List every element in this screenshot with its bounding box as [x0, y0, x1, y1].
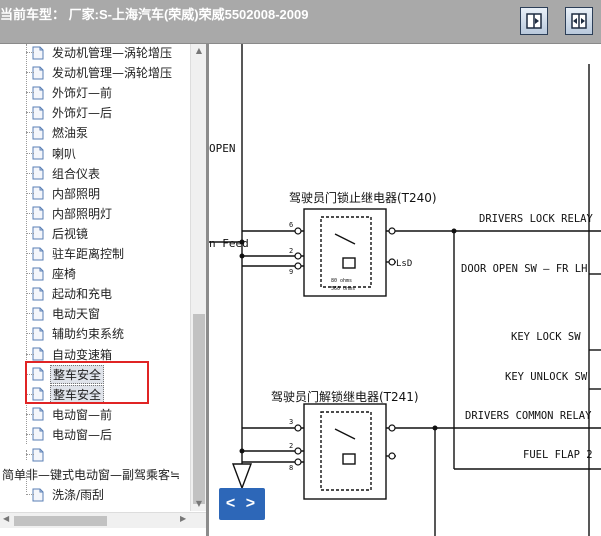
tree-item-label: 起动和充电 [52, 287, 113, 302]
tree-item-label: 组合仪表 [52, 166, 101, 181]
open-label: OPEN [209, 142, 236, 155]
tree-vertical-scroll-thumb[interactable] [193, 314, 205, 504]
lsd-label: LsD [396, 259, 412, 269]
tree-item[interactable]: 辅助约束系统 [32, 324, 126, 343]
tree-item-label: 内部照明灯 [52, 206, 113, 221]
tree-item-label: 喇叭 [52, 146, 77, 161]
tree-item-label: 后视镜 [52, 226, 89, 241]
tree-item-label: 内部照明 [52, 186, 101, 201]
tree-item[interactable]: 发动机管理—涡轮增压 [32, 43, 174, 62]
pin-label: 8 [289, 464, 293, 472]
tree-item[interactable]: 后视镜 [32, 224, 90, 243]
tree-vertical-scrollbar[interactable]: ▲ ▼ [190, 44, 206, 511]
tree-item-label: 座椅 [52, 267, 77, 282]
pane-toggle-icon [526, 13, 542, 29]
ohms-label-1: 80 ohms [331, 278, 352, 284]
tree-item[interactable]: 驻车距离控制 [32, 244, 126, 263]
tree-item-label: 发动机管理—涡轮增压 [52, 66, 173, 81]
tree-item-label: 洗涤/雨刮 [52, 488, 105, 503]
page-nav-button[interactable]: < > [219, 488, 265, 520]
tree-item[interactable]: 洗涤/雨刮 [32, 485, 106, 504]
tree-item[interactable]: 燃油泵 [32, 123, 90, 142]
pin-label: 2 [289, 247, 293, 255]
pin-label: 9 [289, 268, 293, 276]
wiring-diagram[interactable]: OPEN n Feed 驾驶员门锁止继电器(T240) 驾驶员门解锁继电器(T2… [209, 44, 601, 536]
key-lock-sw-label: KEY LOCK SW [511, 331, 581, 343]
tree-item-label: 驻车距离控制 [52, 247, 125, 261]
tree-item[interactable]: 喇叭 [32, 144, 78, 163]
tree-horizontal-scrollbar[interactable]: ◀ ▶ [0, 512, 206, 528]
drivers-lock-relay-label: DRIVERS LOCK RELAY [479, 213, 593, 225]
tree-item[interactable]: 电动窗—前 [32, 405, 114, 424]
tree-item[interactable]: 简单非—键式电动窗—副驾乘客≒ [0, 465, 182, 484]
tree-item[interactable]: 发动机管理—涡轮增压 [32, 63, 174, 82]
relay1-title: 驾驶员门锁止继电器(T240) [289, 190, 437, 205]
tree-item-label: 外饰灯—后 [52, 106, 113, 121]
tree-horizontal-scroll-thumb[interactable] [14, 516, 107, 526]
tree-item-label: 燃油泵 [52, 126, 89, 141]
key-unlock-sw-label: KEY UNLOCK SW [505, 371, 588, 383]
pin-label: 2 [289, 442, 293, 450]
tree-item-label: 简单非—键式电动窗—副驾乘客≒ [2, 468, 181, 483]
tree-item[interactable]: 座椅 [32, 264, 78, 283]
vehicle-title: 当前车型： 厂家:S-上海汽车(荣威)荣威5502008-2009 [0, 7, 309, 22]
tree-item-label: 辅助约束系统 [52, 327, 125, 342]
feed-label: n Feed [209, 237, 249, 250]
tree-item[interactable]: 外饰灯—后 [32, 103, 114, 122]
tree-item[interactable]: 内部照明 [32, 184, 102, 203]
tree-item-label: 自动变速箱 [52, 347, 113, 362]
tree-item-label: 电动窗—前 [52, 407, 113, 422]
title-bar: 当前车型： 厂家:S-上海汽车(荣威)荣威5502008-2009 [0, 0, 601, 44]
tree-item[interactable] [32, 445, 54, 464]
ohms-label-2: 560 ohms [331, 286, 355, 292]
expand-icon [571, 13, 587, 29]
fuel-flap-label: FUEL FLAP 2 [523, 449, 593, 461]
tree-item[interactable]: 内部照明灯 [32, 204, 114, 223]
drivers-common-relay-label: DRIVERS COMMON RELAY [465, 410, 592, 422]
tree-item[interactable]: 起动和充电 [32, 284, 114, 303]
tree-item[interactable]: 组合仪表 [32, 164, 102, 183]
pane-toggle-button[interactable] [520, 7, 548, 35]
tree-item[interactable]: 外饰灯—前 [32, 83, 114, 102]
tree-item-label: 外饰灯—前 [52, 86, 113, 101]
expand-button[interactable] [565, 7, 593, 35]
tree-item[interactable]: 电动窗—后 [32, 425, 114, 444]
highlight-annotation [25, 361, 149, 404]
pin-label: 6 [289, 221, 293, 229]
door-open-sw-label: DOOR OPEN SW — FR LH [461, 263, 587, 275]
pin-label: 3 [289, 418, 293, 426]
relay2-title: 驾驶员门解锁继电器(T241) [271, 389, 419, 404]
tree-item-label: 电动天窗 [52, 307, 101, 322]
tree-item[interactable]: 电动天窗 [32, 304, 102, 323]
tree-item-label: 发动机管理—涡轮增压 [52, 46, 173, 60]
tree-item-label: 电动窗—后 [52, 427, 113, 442]
